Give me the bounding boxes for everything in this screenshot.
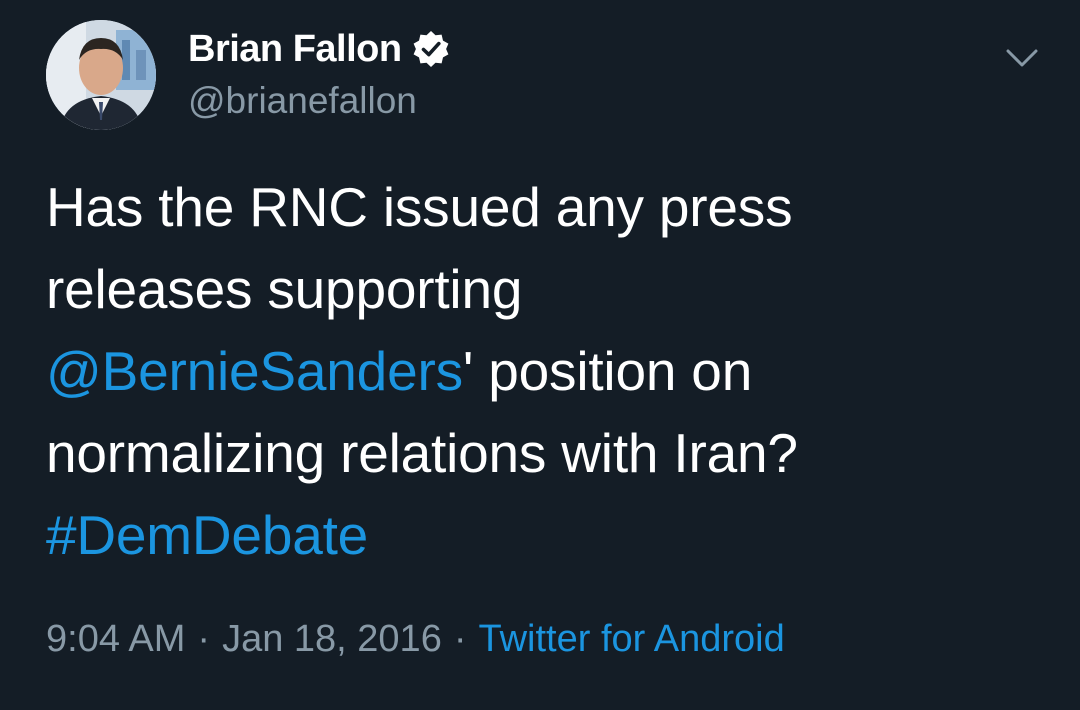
tweet-text-line: #DemDebate	[46, 494, 1046, 576]
verified-badge-icon	[412, 30, 450, 68]
tweet-text-segment: releases supporting	[46, 258, 523, 320]
tweet-text-line: releases supporting	[46, 248, 1046, 330]
tweet-text-line: Has the RNC issued any press	[46, 166, 1046, 248]
avatar-image	[46, 20, 156, 130]
avatar[interactable]	[46, 20, 156, 130]
tweet-text-segment: Has the RNC issued any press	[46, 176, 793, 238]
author-handle[interactable]: @brianefallon	[188, 80, 417, 122]
meta-separator: ·	[197, 618, 211, 660]
tweet-header: Brian Fallon @brianefallon	[46, 20, 1046, 132]
author-name-row[interactable]: Brian Fallon	[188, 24, 450, 74]
tweet-text-segment: normalizing relations with Iran?	[46, 422, 798, 484]
tweet-meta: 9:04 AM · Jan 18, 2016 · Twitter for And…	[46, 618, 785, 661]
mention-link[interactable]: @BernieSanders	[46, 340, 463, 402]
tweet-time[interactable]: 9:04 AM	[46, 618, 185, 661]
chevron-down-icon	[1006, 49, 1038, 67]
tweet-card[interactable]: Brian Fallon @brianefallon Has the RNC i…	[0, 0, 1080, 710]
meta-separator: ·	[453, 618, 467, 660]
tweet-source-link[interactable]: Twitter for Android	[478, 618, 784, 661]
hashtag-link[interactable]: #DemDebate	[46, 504, 368, 566]
author-display-name[interactable]: Brian Fallon	[188, 28, 402, 71]
tweet-text-segment: ' position on	[462, 340, 753, 402]
tweet-date[interactable]: Jan 18, 2016	[222, 618, 442, 661]
tweet-text-line: @BernieSanders' position on	[46, 330, 1046, 412]
tweet-text-line: normalizing relations with Iran?	[46, 412, 1046, 494]
tweet-menu-button[interactable]	[998, 34, 1046, 82]
tweet-text: Has the RNC issued any press releases sup…	[46, 166, 1046, 576]
